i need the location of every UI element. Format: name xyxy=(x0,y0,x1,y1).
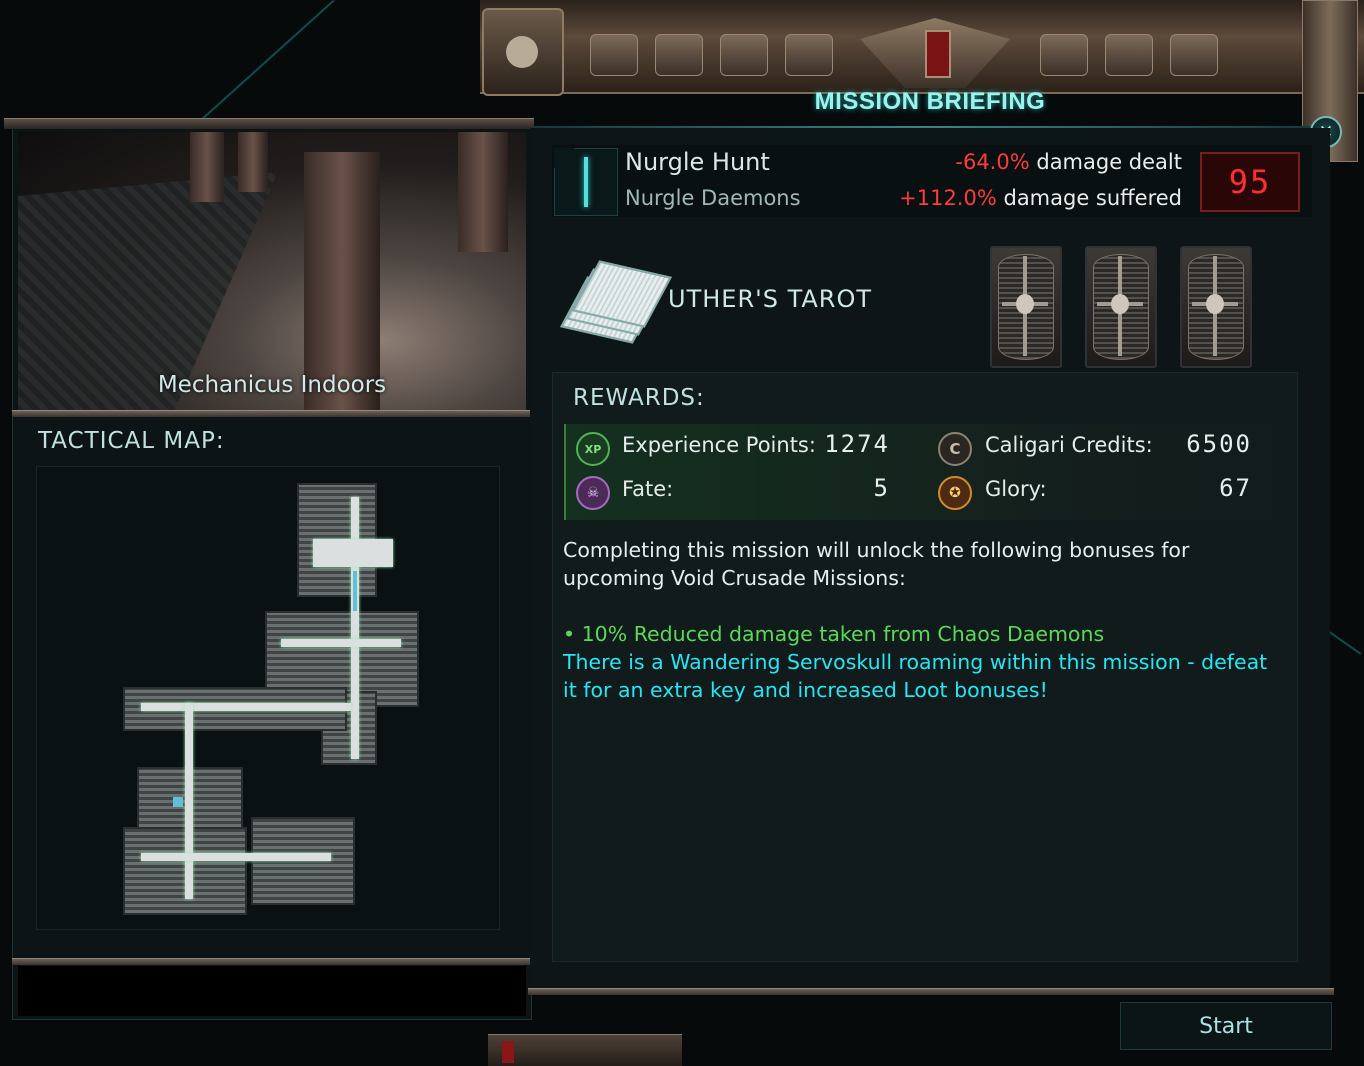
skull-icon xyxy=(1111,294,1129,314)
map-corridor xyxy=(351,497,359,759)
skull-ornament-icon xyxy=(720,34,768,76)
scene-pillar xyxy=(190,132,224,202)
threat-level-badge: 95 xyxy=(1200,152,1300,212)
panel-footer xyxy=(18,966,526,1016)
glory-medal-icon: ✪ xyxy=(938,476,972,510)
bottom-ornament xyxy=(488,1034,682,1066)
mission-name: Nurgle Hunt xyxy=(625,148,770,176)
tactical-map xyxy=(36,466,500,930)
tarot-card-slot-1[interactable] xyxy=(990,246,1062,368)
skull-icon xyxy=(1016,294,1034,314)
window-title: MISSION BRIEFING xyxy=(814,88,1046,115)
modifier-label: damage suffered xyxy=(1003,186,1182,210)
tarot-deck-icon xyxy=(559,260,673,344)
mission-description: Completing this mission will unlock the … xyxy=(563,538,1190,590)
modifier-value: +112.0% xyxy=(899,186,997,210)
modifier-value: -64.0% xyxy=(955,150,1030,174)
reward-value-xp: 1274 xyxy=(824,430,890,458)
bonus-line: • 10% Reduced damage taken from Chaos Da… xyxy=(563,622,1105,646)
tarot-card-slot-3[interactable] xyxy=(1180,246,1252,368)
reward-label-xp: Experience Points: xyxy=(622,433,816,457)
skull-ornament-icon xyxy=(590,34,638,76)
panel-rail xyxy=(12,958,532,965)
inquisition-mark-icon xyxy=(502,1041,514,1063)
map-corridor xyxy=(313,539,393,567)
mission-enemy: Nurgle Daemons xyxy=(625,186,801,210)
skull-ornament-icon xyxy=(655,34,703,76)
fate-skull-icon: ☠ xyxy=(576,476,610,510)
reward-value-fate: 5 xyxy=(873,474,890,502)
background-line xyxy=(1327,630,1362,655)
reward-value-glory: 67 xyxy=(1219,474,1252,502)
location-preview-image xyxy=(18,132,526,410)
location-name: Mechanicus Indoors xyxy=(157,372,387,398)
damage-dealt-modifier: -64.0% damage dealt xyxy=(955,150,1182,174)
reward-label-credits: Caligari Credits: xyxy=(985,433,1153,457)
skull-ornament-icon xyxy=(1170,34,1218,76)
skull-ornament-icon xyxy=(785,34,833,76)
corner-skull-plate xyxy=(482,8,564,96)
skull-icon xyxy=(506,36,538,68)
top-ornament-frame xyxy=(480,0,1364,94)
map-corridor xyxy=(141,853,331,861)
scene-pillar xyxy=(458,132,508,252)
tarot-card-slot-2[interactable] xyxy=(1085,246,1157,368)
skull-ornament-icon xyxy=(1105,34,1153,76)
modifier-label: damage dealt xyxy=(1036,150,1182,174)
reward-label-glory: Glory: xyxy=(985,477,1047,501)
xp-icon: XP xyxy=(576,432,610,466)
reward-label-fate: Fate: xyxy=(622,477,674,501)
skull-icon xyxy=(1206,294,1224,314)
scene-pillar xyxy=(238,132,268,192)
tarot-label: UTHER'S TAROT xyxy=(668,285,873,313)
map-marker xyxy=(173,797,183,807)
start-button[interactable]: Start xyxy=(1120,1002,1332,1050)
credits-icon: C xyxy=(938,432,972,466)
map-marker xyxy=(353,571,357,611)
map-corridor xyxy=(185,703,193,899)
servoskull-notice: There is a Wandering Servoskull roaming … xyxy=(563,650,1268,702)
staff-icon xyxy=(584,157,588,207)
damage-suffered-modifier: +112.0% damage suffered xyxy=(899,186,1182,210)
panel-rail xyxy=(528,988,1334,995)
map-corridor xyxy=(281,639,401,647)
tactical-map-label: TACTICAL MAP: xyxy=(38,428,225,454)
glowing-skull-icon xyxy=(554,148,574,168)
skull-ornament-icon xyxy=(1040,34,1088,76)
panel-rail xyxy=(4,118,534,129)
map-room xyxy=(251,817,355,905)
reward-value-credits: 6500 xyxy=(1186,430,1252,458)
inquisition-mark-icon xyxy=(925,30,951,78)
panel-rail xyxy=(12,410,532,417)
background-line xyxy=(199,0,335,122)
rewards-title: REWARDS: xyxy=(573,385,705,411)
map-corridor xyxy=(141,703,351,711)
